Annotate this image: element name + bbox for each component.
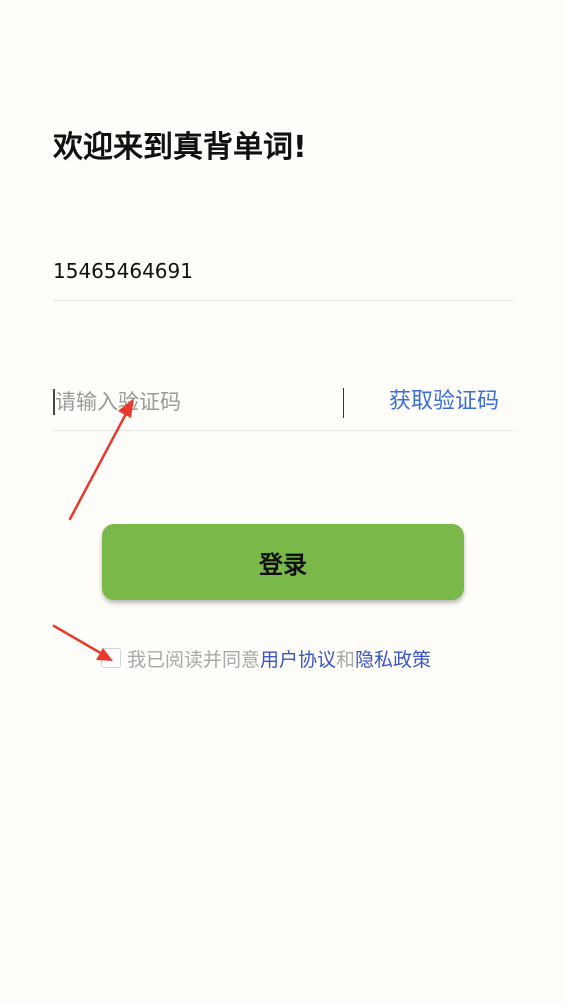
login-button[interactable]: 登录 xyxy=(102,524,464,600)
get-code-button[interactable]: 获取验证码 xyxy=(389,384,499,420)
agreement-checkbox[interactable] xyxy=(101,648,121,668)
agreement-conjunction: 和 xyxy=(336,648,356,671)
phone-number-value[interactable]: 15465464691 xyxy=(53,256,193,286)
agreement-row: 我已阅读并同意 用户协议 和 隐私政策 xyxy=(101,644,431,672)
user-agreement-link[interactable]: 用户协议 xyxy=(260,645,336,672)
agreement-prefix: 我已阅读并同意 xyxy=(127,648,261,671)
code-divider xyxy=(343,388,344,418)
verification-code-row: 获取验证码 xyxy=(53,380,513,431)
text-cursor xyxy=(53,389,55,415)
verification-code-input[interactable] xyxy=(53,384,325,420)
phone-field[interactable]: 15465464691 xyxy=(53,250,513,301)
privacy-policy-link[interactable]: 隐私政策 xyxy=(355,645,431,672)
page-title: 欢迎来到真背单词! xyxy=(53,130,307,165)
